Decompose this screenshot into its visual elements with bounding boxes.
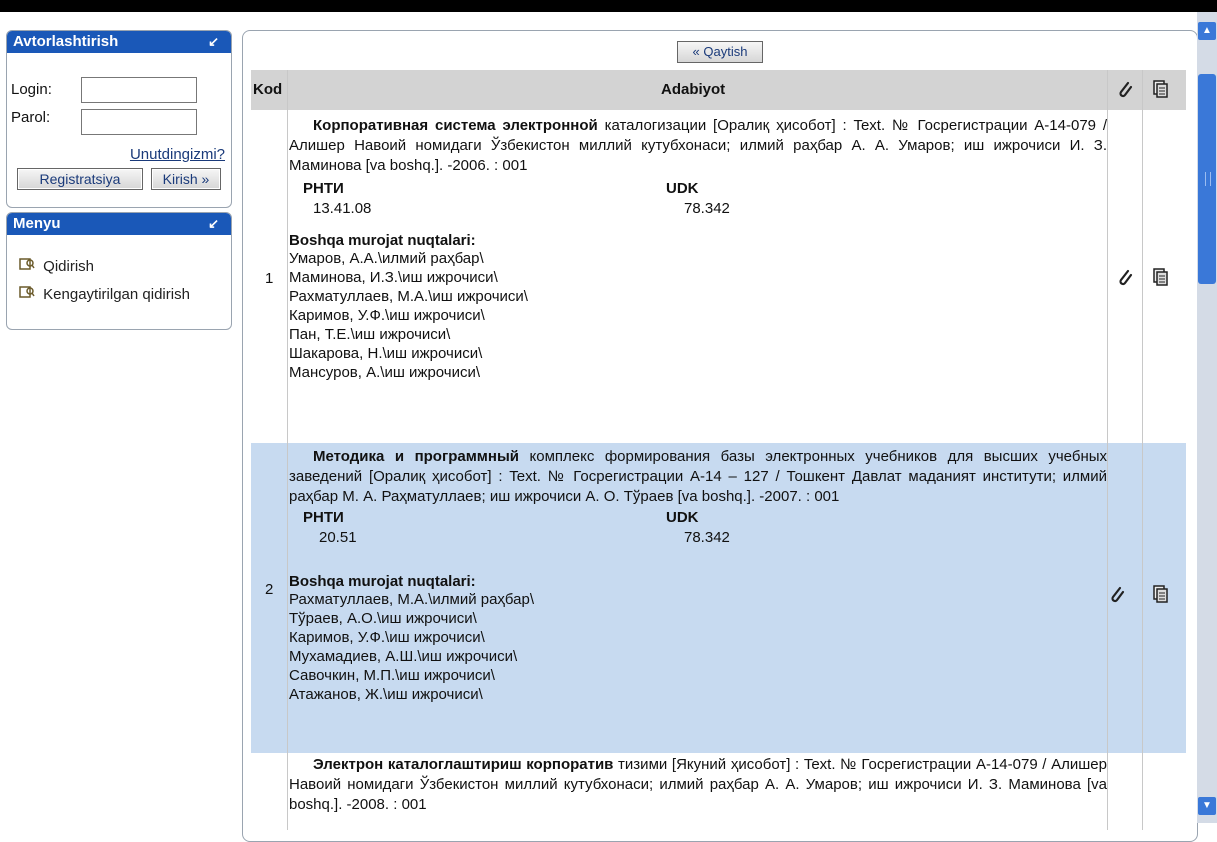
record-title-lead: Электрон каталоглаштириш корпоратив — [313, 756, 614, 773]
column-divider — [287, 70, 288, 830]
collapse-icon[interactable]: ↙ — [208, 31, 219, 53]
password-label: Parol: — [11, 109, 51, 126]
list-item: Мухамадиев, А.Ш.\иш ижрочиси\ — [289, 648, 518, 665]
column-header-adabiyot[interactable]: Adabiyot — [661, 70, 725, 110]
main-content: « Qaytish Kod Adabiyot 1 Корпоративная с… — [242, 30, 1198, 842]
menu-item-search[interactable]: Qidirish — [19, 257, 94, 275]
rnti-label: РНТИ — [303, 509, 344, 526]
list-item: Рахматуллаев, М.А.\иш ижрочиси\ — [289, 288, 528, 305]
menu-panel-title: Menyu — [13, 215, 61, 232]
login-button[interactable]: Kirish » — [151, 168, 221, 190]
attachment-icon — [1117, 80, 1133, 103]
menu-panel-header: Menyu ↙ — [7, 213, 231, 235]
record-kod: 1 — [265, 270, 274, 287]
grip-icon — [1205, 172, 1211, 186]
search-book-icon — [19, 257, 39, 274]
collapse-icon[interactable]: ↙ — [208, 213, 219, 235]
login-label: Login: — [11, 81, 52, 98]
menu-item-label: Kengaytirilgan qidirish — [43, 286, 190, 303]
other-points-title: Boshqa murojat nuqtalari: — [289, 573, 476, 590]
record-title-lead: Методика и программный — [313, 448, 519, 465]
password-input[interactable] — [81, 109, 197, 135]
list-item: Каримов, У.Ф.\иш ижрочиси\ — [289, 629, 485, 646]
attachment-icon[interactable] — [1117, 268, 1133, 291]
udk-label: UDK — [666, 180, 699, 197]
column-divider — [1142, 70, 1143, 830]
list-item: Умаров, А.А.\илмий раҳбар\ — [289, 250, 484, 267]
table-row: 1 Корпоративная система электронной ката… — [251, 110, 1186, 443]
search-book-icon — [19, 285, 39, 302]
auth-panel: Avtorlashtirish ↙ Login: Parol: Unutding… — [6, 30, 232, 208]
other-access-points: Boshqa murojat nuqtalari: Умаров, А.А.\и… — [289, 232, 1107, 382]
back-button[interactable]: « Qaytish — [677, 41, 763, 63]
rnti-value: 13.41.08 — [313, 200, 372, 217]
list-item: Мансуров, А.\иш ижрочиси\ — [289, 364, 481, 381]
menu-panel: Menyu ↙ Qidirish Kengaytirilgan qidirish — [6, 212, 232, 330]
udk-value: 78.342 — [684, 529, 730, 546]
list-item: Тўраев, А.О.\иш ижрочиси\ — [289, 610, 477, 627]
udk-value: 78.342 — [684, 200, 730, 217]
list-item: Шакарова, Н.\иш ижрочиси\ — [289, 345, 483, 362]
vertical-scrollbar[interactable]: ▲ ▼ — [1197, 12, 1217, 823]
menu-item-label: Qidirish — [43, 258, 95, 275]
table-row: 2 Методика и программный комплекс формир… — [251, 443, 1186, 753]
column-header-kod[interactable]: Kod — [253, 70, 282, 110]
record-description: Методика и программный комплекс формиров… — [289, 447, 1107, 507]
scrollbar-thumb[interactable] — [1198, 74, 1216, 284]
register-button[interactable]: Registratsiya — [17, 168, 143, 190]
auth-panel-title: Avtorlashtirish — [13, 33, 119, 50]
scroll-up-arrow-icon[interactable]: ▲ — [1198, 22, 1216, 40]
record-description: Корпоративная система электронной катало… — [289, 116, 1107, 176]
copy-icon — [1153, 80, 1169, 103]
scroll-down-arrow-icon[interactable]: ▼ — [1198, 797, 1216, 815]
list-item: Атажанов, Ж.\иш ижрочиси\ — [289, 686, 483, 703]
list-item: Рахматуллаев, М.А.\илмий раҳбар\ — [289, 591, 535, 608]
other-points-title: Boshqa murojat nuqtalari: — [289, 232, 476, 249]
record-cell: Методика и программный комплекс формиров… — [289, 447, 1107, 704]
rnti-value: 20.51 — [319, 529, 357, 546]
auth-panel-header: Avtorlashtirish ↙ — [7, 31, 231, 53]
record-classification: РНТИ 20.51 UDK 78.342 — [289, 509, 1107, 555]
record-title-lead: Корпоративная система электронной — [313, 117, 598, 134]
forgot-password-link[interactable]: Unutdingizmi? — [130, 146, 225, 163]
other-access-points: Boshqa murojat nuqtalari: Рахматуллаев, … — [289, 573, 1107, 704]
menu-item-advanced-search[interactable]: Kengaytirilgan qidirish — [19, 285, 190, 303]
copy-icon[interactable] — [1153, 585, 1169, 608]
column-divider — [1107, 70, 1108, 830]
rnti-label: РНТИ — [303, 180, 344, 197]
record-cell: Корпоративная система электронной катало… — [289, 116, 1107, 382]
udk-label: UDK — [666, 509, 699, 526]
window-top-border — [0, 0, 1217, 12]
record-description: Электрон каталоглаштириш корпоратив тизи… — [289, 755, 1107, 815]
list-item: Савочкин, М.П.\иш ижрочиси\ — [289, 667, 495, 684]
list-item: Маминова, И.З.\иш ижрочиси\ — [289, 269, 498, 286]
table-header: Kod Adabiyot — [251, 70, 1186, 110]
record-classification: РНТИ 13.41.08 UDK 78.342 — [289, 180, 1107, 226]
login-input[interactable] — [81, 77, 197, 103]
table-row: Электрон каталоглаштириш корпоратив тизи… — [251, 753, 1186, 833]
copy-icon[interactable] — [1153, 268, 1169, 291]
record-kod: 2 — [265, 581, 274, 598]
attachment-icon[interactable] — [1109, 585, 1125, 608]
record-cell: Электрон каталоглаштириш корпоратив тизи… — [289, 755, 1107, 815]
list-item: Каримов, У.Ф.\иш ижрочиси\ — [289, 307, 485, 324]
list-item: Пан, Т.Е.\иш ижрочиси\ — [289, 326, 451, 343]
